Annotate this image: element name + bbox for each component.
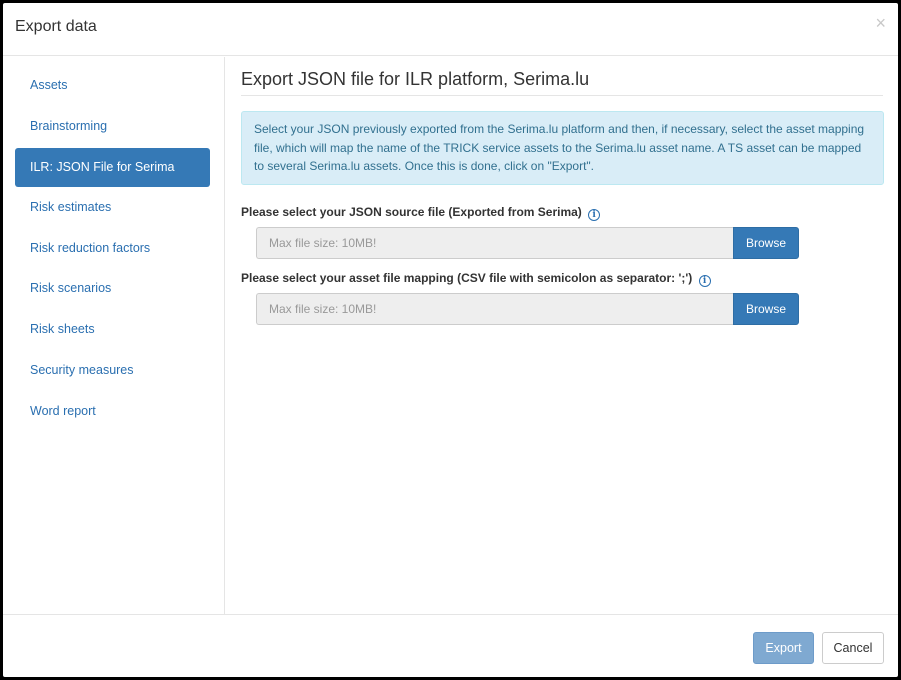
cancel-button[interactable]: Cancel bbox=[822, 632, 884, 664]
export-panel: Export JSON file for ILR platform, Serim… bbox=[226, 57, 898, 614]
info-icon[interactable]: i bbox=[698, 275, 711, 287]
json-source-file-input[interactable]: Max file size: 10MB! bbox=[256, 227, 734, 259]
json-source-label-text: Please select your JSON source file (Exp… bbox=[241, 205, 582, 219]
asset-mapping-file-input[interactable]: Max file size: 10MB! bbox=[256, 293, 734, 325]
export-button[interactable]: Export bbox=[753, 632, 814, 664]
sidebar-item-risk-estimates[interactable]: Risk estimates bbox=[15, 188, 210, 227]
dialog-title: Export data bbox=[15, 18, 97, 35]
dialog-header: Export data × bbox=[3, 3, 898, 56]
mapping-browse-button[interactable]: Browse bbox=[733, 293, 799, 325]
sidebar-item-ilr-json[interactable]: ILR: JSON File for Serima bbox=[15, 148, 210, 187]
export-data-dialog: Export data × Assets Brainstorming ILR: … bbox=[3, 3, 898, 677]
section-title: Export JSON file for ILR platform, Serim… bbox=[241, 69, 883, 96]
sidebar-item-risk-reduction-factors[interactable]: Risk reduction factors bbox=[15, 229, 210, 268]
sidebar-item-word-report[interactable]: Word report bbox=[15, 392, 210, 431]
sidebar-item-risk-sheets[interactable]: Risk sheets bbox=[15, 310, 210, 349]
json-browse-button[interactable]: Browse bbox=[733, 227, 799, 259]
sidebar-item-assets[interactable]: Assets bbox=[15, 66, 210, 105]
export-type-sidebar: Assets Brainstorming ILR: JSON File for … bbox=[3, 57, 225, 614]
json-source-label: Please select your JSON source file (Exp… bbox=[241, 205, 601, 221]
asset-mapping-label-text: Please select your asset file mapping (C… bbox=[241, 271, 693, 285]
sidebar-item-security-measures[interactable]: Security measures bbox=[15, 351, 210, 390]
close-icon[interactable]: × bbox=[875, 13, 886, 33]
info-alert: Select your JSON previously exported fro… bbox=[241, 111, 884, 185]
asset-mapping-label: Please select your asset file mapping (C… bbox=[241, 271, 711, 287]
sidebar-item-brainstorming[interactable]: Brainstorming bbox=[15, 107, 210, 146]
sidebar-item-risk-scenarios[interactable]: Risk scenarios bbox=[15, 269, 210, 308]
info-icon[interactable]: i bbox=[588, 209, 601, 221]
dialog-footer: Export Cancel bbox=[3, 614, 898, 677]
